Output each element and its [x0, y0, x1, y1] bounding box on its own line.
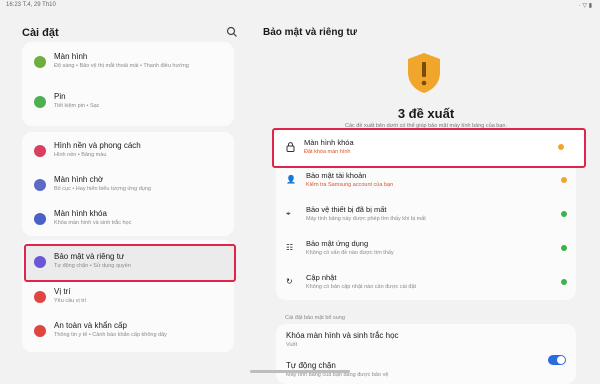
item-title: An toàn và khẩn cấp [54, 321, 127, 330]
item-title: Tự động chặn [286, 361, 336, 370]
suggestion-account-security[interactable]: 👤 Bảo mật tài khoản Kiểm tra Samsung acc… [276, 163, 576, 197]
warning-status-dot [561, 177, 567, 183]
security-privacy-icon [34, 256, 46, 268]
settings-item-display[interactable]: Màn hình Độ sáng • Bảo vệ thị mắt thoải … [22, 42, 234, 84]
status-bar: 16:23 T.4, 29 Th10 · ▽ ▮ [0, 0, 600, 12]
item-subtitle: Yêu cầu vị trí [54, 298, 87, 304]
emergency-icon [34, 325, 46, 337]
item-title: Bảo mật và riêng tư [54, 252, 125, 261]
item-title: Màn hình khóa [54, 209, 107, 218]
security-privacy-pane: Bảo mật và riêng tư 3 đề xuất Các đề xuấ… [252, 12, 600, 384]
item-title: Bảo mật tài khoản [306, 171, 367, 180]
settings-item-battery[interactable]: Pin Tiết kiệm pin • Sạc [22, 84, 234, 126]
settings-item-location[interactable]: Vị trí Yêu cầu vị trí [22, 280, 234, 314]
lock-screen-biometrics-item[interactable]: Khóa màn hình và sinh trắc học Vuốt [276, 324, 576, 352]
battery-icon [34, 96, 46, 108]
suggestion-app-security[interactable]: ☷ Bảo mật ứng dụng Không có vấn đề nào đ… [276, 231, 576, 265]
suggestion-lost-device[interactable]: ⌖ Bảo vệ thiết bị đã bị mất Máy tính bản… [276, 197, 576, 231]
settings-item-security-privacy[interactable]: Bảo mật và riêng tư Tự động chặn • Sử dụ… [24, 244, 236, 282]
item-title: Bảo vệ thiết bị đã bị mất [306, 205, 387, 214]
settings-group-2: Hình nền và phong cách Hình nền • Bảng m… [22, 132, 234, 236]
apps-icon: ☷ [286, 243, 294, 252]
item-title: Cập nhật [306, 273, 337, 282]
item-title: Vị trí [54, 287, 71, 296]
item-title: Màn hình khóa [304, 138, 354, 147]
item-title: Bảo mật ứng dụng [306, 239, 369, 248]
additional-settings-label: Cài đặt bảo mật bổ sung [285, 315, 345, 321]
item-title: Khóa màn hình và sinh trắc học [286, 331, 399, 340]
item-title: Màn hình chờ [54, 175, 104, 184]
item-subtitle: Không có vấn đề nào được tìm thấy [306, 250, 394, 256]
home-screen-icon [34, 179, 46, 191]
status-icons: · ▽ ▮ [578, 3, 592, 9]
suggestion-lock-screen[interactable]: Màn hình khóa Đặt khóa màn hình [272, 128, 586, 168]
lock-icon [286, 142, 295, 152]
item-title: Hình nền và phong cách [54, 141, 141, 150]
ok-status-dot [561, 211, 567, 217]
item-title: Pin [54, 92, 66, 101]
item-subtitle: Máy tính bảng này được phép tìm thấy khi… [306, 216, 426, 222]
settings-list-pane: Cài đặt Màn hình Độ sáng • Bảo vệ thị mắ… [0, 12, 248, 375]
item-subtitle: Tiết kiệm pin • Sạc [54, 103, 100, 109]
item-subtitle: Tự động chặn • Sử dụng quyền [54, 263, 131, 269]
account-icon: 👤 [286, 175, 296, 184]
item-subtitle: Kiểm tra Samsung account của bạn [306, 182, 394, 188]
item-subtitle: Hình nền • Bảng màu [54, 152, 107, 158]
settings-item-safety-emergency[interactable]: An toàn và khẩn cấp Thông tin y tế • Cản… [22, 314, 234, 348]
find-device-icon: ⌖ [286, 209, 291, 218]
warning-status-dot [558, 144, 564, 150]
location-icon [34, 291, 46, 303]
lock-screen-icon [34, 213, 46, 225]
update-icon: ↻ [286, 277, 293, 286]
item-subtitle: Khóa màn hình và sinh trắc học [54, 220, 132, 226]
settings-title: Cài đặt [22, 27, 59, 39]
settings-item-home-screen[interactable]: Màn hình chờ Bố cục • Hay hiển biểu tượn… [22, 166, 234, 200]
item-subtitle: Độ sáng • Bảo vệ thị mắt thoải mái • Tha… [54, 63, 189, 69]
item-subtitle: Bố cục • Hay hiển biểu tượng ứng dụng [54, 186, 151, 192]
home-indicator [250, 370, 350, 373]
item-subtitle: Không có bản cập nhật nào cần được cài đ… [306, 284, 417, 290]
additional-settings-list: Khóa màn hình và sinh trắc học Vuốt Tự đ… [276, 324, 576, 384]
display-icon [34, 56, 46, 68]
item-subtitle: Thông tin y tế • Cảnh báo khẩn cấp không… [54, 332, 167, 338]
ok-status-dot [561, 279, 567, 285]
item-subtitle: Đặt khóa màn hình [304, 149, 351, 155]
status-time: 16:23 T.4, 29 Th10 [6, 2, 56, 8]
settings-item-wallpaper[interactable]: Hình nền và phong cách Hình nền • Bảng m… [22, 132, 234, 166]
auto-blocker-item[interactable]: Tự động chặn Máy tính bảng của bạn đang … [276, 354, 576, 384]
auto-blocker-toggle[interactable] [548, 355, 566, 365]
page-title: Bảo mật và riêng tư [263, 27, 357, 38]
settings-group-1: Màn hình Độ sáng • Bảo vệ thị mắt thoải … [22, 42, 234, 126]
search-icon[interactable] [226, 26, 238, 38]
wallpaper-icon [34, 145, 46, 157]
item-title: Màn hình [54, 52, 88, 61]
settings-item-lock-screen[interactable]: Màn hình khóa Khóa màn hình và sinh trắc… [22, 200, 234, 234]
suggestion-count: 3 đề xuất [397, 106, 455, 121]
item-subtitle: Vuốt [286, 342, 298, 348]
shield-warning-icon [408, 53, 440, 93]
suggestion-updates[interactable]: ↻ Cập nhật Không có bản cập nhật nào cần… [276, 265, 576, 299]
ok-status-dot [561, 245, 567, 251]
